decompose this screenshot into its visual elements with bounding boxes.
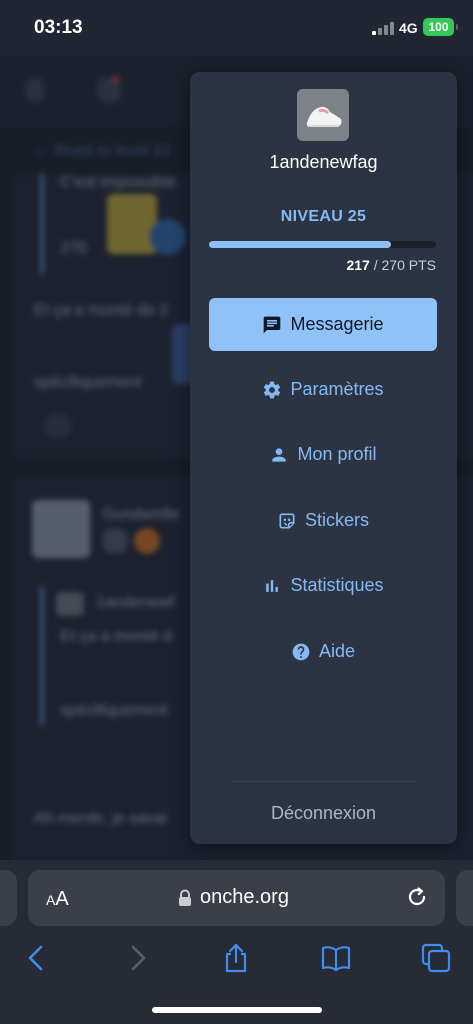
menu-item-label: Aide xyxy=(318,641,356,661)
username: 1andenewfag xyxy=(269,152,378,172)
browser-toolbar: AA onche.org xyxy=(0,860,473,1024)
lock-icon xyxy=(179,889,191,906)
menu-item-label: Mon profil xyxy=(297,444,377,464)
next-tab-preview[interactable] xyxy=(456,870,473,926)
tabs-icon xyxy=(421,943,451,973)
person-icon xyxy=(272,447,287,462)
menu-item-label: Messagerie xyxy=(290,314,384,334)
status-bar: 03:13 4G 100 xyxy=(0,0,473,56)
menu-item-mon-profil[interactable]: Mon profil xyxy=(209,428,437,481)
menu-item-parametres[interactable]: Paramètres xyxy=(209,363,437,416)
share-button[interactable] xyxy=(220,942,252,974)
back-button[interactable] xyxy=(20,942,52,974)
share-icon xyxy=(225,943,247,973)
clock: 03:13 xyxy=(34,17,83,38)
logout-button[interactable]: Déconnexion xyxy=(190,803,457,824)
background-breadcrumb: ← Road to level 10 xyxy=(34,142,171,159)
book-icon xyxy=(321,946,351,972)
chevron-right-icon xyxy=(131,945,146,971)
menu-item-label: Stickers xyxy=(304,510,369,530)
battery-icon: 100 xyxy=(423,18,458,36)
reload-icon[interactable] xyxy=(405,885,429,909)
menu-item-messagerie[interactable]: Messagerie xyxy=(209,298,437,351)
menu-item-label: Statistiques xyxy=(290,575,384,595)
home-indicator xyxy=(152,1007,322,1013)
chat-icon xyxy=(264,316,281,333)
sticker-icon xyxy=(279,513,295,528)
menu-divider xyxy=(232,781,415,782)
level-progress-fill xyxy=(209,241,392,248)
cellular-signal-icon xyxy=(372,21,394,35)
level-progress-bar xyxy=(209,241,436,248)
points-current: 217 xyxy=(346,257,370,273)
sneaker-avatar-icon xyxy=(297,89,349,141)
bookmarks-button[interactable] xyxy=(320,942,352,974)
forward-button[interactable] xyxy=(122,942,154,974)
url-text: onche.org xyxy=(200,886,289,908)
text-size-button[interactable]: AA xyxy=(46,888,69,911)
address-bar[interactable]: AA onche.org xyxy=(28,870,445,926)
menu-item-stickers[interactable]: Stickers xyxy=(209,494,437,547)
gear-icon xyxy=(264,381,281,398)
previous-tab-preview[interactable] xyxy=(0,870,17,926)
level-label: NIVEAU 25 xyxy=(280,208,367,225)
level-points: 217 / 270 PTS xyxy=(346,257,436,273)
menu-item-aide[interactable]: Aide xyxy=(209,625,437,678)
tabs-button[interactable] xyxy=(420,942,452,974)
user-menu: 1andenewfag NIVEAU 25 217 / 270 PTS Mess… xyxy=(190,72,457,844)
network-type: 4G xyxy=(399,20,418,36)
avatar[interactable] xyxy=(297,89,349,141)
chevron-left-icon xyxy=(28,945,43,971)
menu-item-label: Paramètres xyxy=(290,379,384,399)
bar-chart-icon xyxy=(266,579,279,592)
menu-item-statistiques[interactable]: Statistiques xyxy=(209,559,437,612)
help-icon xyxy=(292,643,310,660)
points-total: / 270 PTS xyxy=(373,257,436,273)
